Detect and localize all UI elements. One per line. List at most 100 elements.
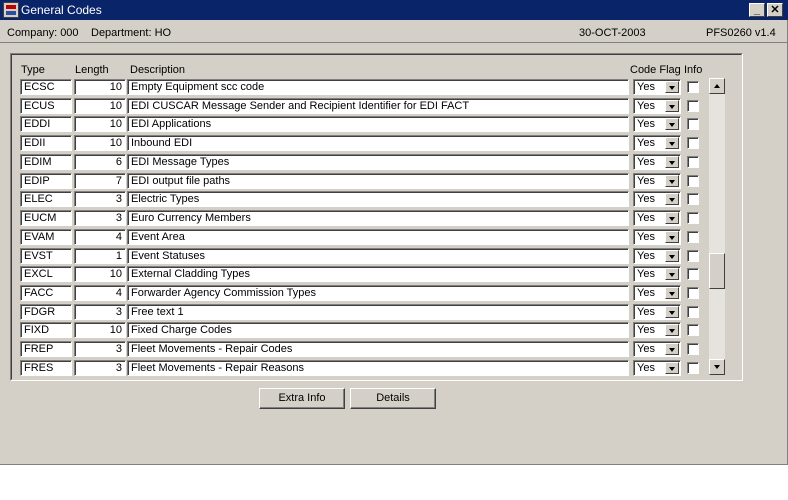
code-flag-select[interactable]: Yes	[633, 304, 681, 320]
info-checkbox[interactable]	[687, 193, 699, 205]
code-flag-select[interactable]: Yes	[633, 173, 681, 189]
type-field[interactable]: FRES	[20, 360, 72, 376]
description-field[interactable]: Fixed Charge Codes	[127, 322, 629, 338]
description-field[interactable]: Event Statuses	[127, 248, 629, 264]
type-field[interactable]: FIXD	[20, 322, 72, 338]
info-checkbox[interactable]	[687, 212, 699, 224]
info-checkbox[interactable]	[687, 100, 699, 112]
code-flag-select[interactable]: Yes	[633, 341, 681, 357]
type-field[interactable]: EXCL	[20, 266, 72, 282]
description-field[interactable]: Euro Currency Members	[127, 210, 629, 226]
description-field[interactable]: Event Area	[127, 229, 629, 245]
info-checkbox[interactable]	[687, 231, 699, 243]
chevron-down-icon[interactable]	[665, 362, 679, 374]
minimize-button[interactable]: _	[749, 3, 765, 17]
chevron-down-icon[interactable]	[665, 343, 679, 355]
type-field[interactable]: FACC	[20, 285, 72, 301]
info-checkbox[interactable]	[687, 118, 699, 130]
type-field[interactable]: ECSC	[20, 79, 72, 95]
description-field[interactable]: Forwarder Agency Commission Types	[127, 285, 629, 301]
info-checkbox[interactable]	[687, 175, 699, 187]
length-field[interactable]: 10	[74, 79, 126, 95]
code-flag-select[interactable]: Yes	[633, 191, 681, 207]
chevron-down-icon[interactable]	[665, 175, 679, 187]
code-flag-select[interactable]: Yes	[633, 135, 681, 151]
info-checkbox[interactable]	[687, 287, 699, 299]
code-flag-select[interactable]: Yes	[633, 285, 681, 301]
length-field[interactable]: 1	[74, 248, 126, 264]
type-field[interactable]: EVST	[20, 248, 72, 264]
description-field[interactable]: EDI output file paths	[127, 173, 629, 189]
type-field[interactable]: FREP	[20, 341, 72, 357]
code-flag-select[interactable]: Yes	[633, 229, 681, 245]
length-field[interactable]: 7	[74, 173, 126, 189]
length-field[interactable]: 3	[74, 191, 126, 207]
length-field[interactable]: 10	[74, 135, 126, 151]
info-checkbox[interactable]	[687, 137, 699, 149]
extra-info-button[interactable]: Extra Info	[259, 388, 345, 409]
length-field[interactable]: 3	[74, 210, 126, 226]
description-field[interactable]: External Cladding Types	[127, 266, 629, 282]
code-flag-select[interactable]: Yes	[633, 360, 681, 376]
chevron-down-icon[interactable]	[665, 250, 679, 262]
type-field[interactable]: EDDI	[20, 116, 72, 132]
info-checkbox[interactable]	[687, 250, 699, 262]
description-field[interactable]: Empty Equipment scc code	[127, 79, 629, 95]
description-field[interactable]: Fleet Movements - Repair Reasons	[127, 360, 629, 376]
code-flag-select[interactable]: Yes	[633, 79, 681, 95]
close-button[interactable]: ✕	[767, 3, 783, 17]
code-flag-select[interactable]: Yes	[633, 210, 681, 226]
code-flag-select[interactable]: Yes	[633, 116, 681, 132]
description-field[interactable]: Electric Types	[127, 191, 629, 207]
type-field[interactable]: EUCM	[20, 210, 72, 226]
description-field[interactable]: Inbound EDI	[127, 135, 629, 151]
length-field[interactable]: 10	[74, 322, 126, 338]
code-flag-select[interactable]: Yes	[633, 98, 681, 114]
info-checkbox[interactable]	[687, 324, 699, 336]
length-field[interactable]: 4	[74, 229, 126, 245]
length-field[interactable]: 10	[74, 116, 126, 132]
length-field[interactable]: 3	[74, 341, 126, 357]
scroll-thumb[interactable]	[709, 253, 725, 289]
details-button[interactable]: Details	[350, 388, 436, 409]
chevron-down-icon[interactable]	[665, 156, 679, 168]
chevron-down-icon[interactable]	[665, 137, 679, 149]
info-checkbox[interactable]	[687, 81, 699, 93]
chevron-down-icon[interactable]	[665, 231, 679, 243]
chevron-down-icon[interactable]	[665, 324, 679, 336]
type-field[interactable]: ECUS	[20, 98, 72, 114]
length-field[interactable]: 4	[74, 285, 126, 301]
type-field[interactable]: EDII	[20, 135, 72, 151]
info-checkbox[interactable]	[687, 156, 699, 168]
code-flag-select[interactable]: Yes	[633, 154, 681, 170]
description-field[interactable]: Fleet Movements - Repair Codes	[127, 341, 629, 357]
description-field[interactable]: EDI Applications	[127, 116, 629, 132]
vertical-scrollbar[interactable]	[709, 78, 725, 375]
app-icon[interactable]	[3, 2, 19, 18]
code-flag-select[interactable]: Yes	[633, 266, 681, 282]
info-checkbox[interactable]	[687, 306, 699, 318]
chevron-down-icon[interactable]	[665, 118, 679, 130]
type-field[interactable]: FDGR	[20, 304, 72, 320]
length-field[interactable]: 10	[74, 266, 126, 282]
code-flag-select[interactable]: Yes	[633, 248, 681, 264]
info-checkbox[interactable]	[687, 268, 699, 280]
chevron-down-icon[interactable]	[665, 287, 679, 299]
length-field[interactable]: 3	[74, 304, 126, 320]
chevron-down-icon[interactable]	[665, 193, 679, 205]
description-field[interactable]: EDI Message Types	[127, 154, 629, 170]
code-flag-select[interactable]: Yes	[633, 322, 681, 338]
chevron-down-icon[interactable]	[665, 268, 679, 280]
chevron-down-icon[interactable]	[665, 100, 679, 112]
type-field[interactable]: EDIP	[20, 173, 72, 189]
scroll-up-icon[interactable]	[709, 78, 725, 94]
type-field[interactable]: EVAM	[20, 229, 72, 245]
description-field[interactable]: Free text 1	[127, 304, 629, 320]
info-checkbox[interactable]	[687, 343, 699, 355]
type-field[interactable]: EDIM	[20, 154, 72, 170]
chevron-down-icon[interactable]	[665, 81, 679, 93]
length-field[interactable]: 6	[74, 154, 126, 170]
length-field[interactable]: 10	[74, 98, 126, 114]
type-field[interactable]: ELEC	[20, 191, 72, 207]
chevron-down-icon[interactable]	[665, 212, 679, 224]
